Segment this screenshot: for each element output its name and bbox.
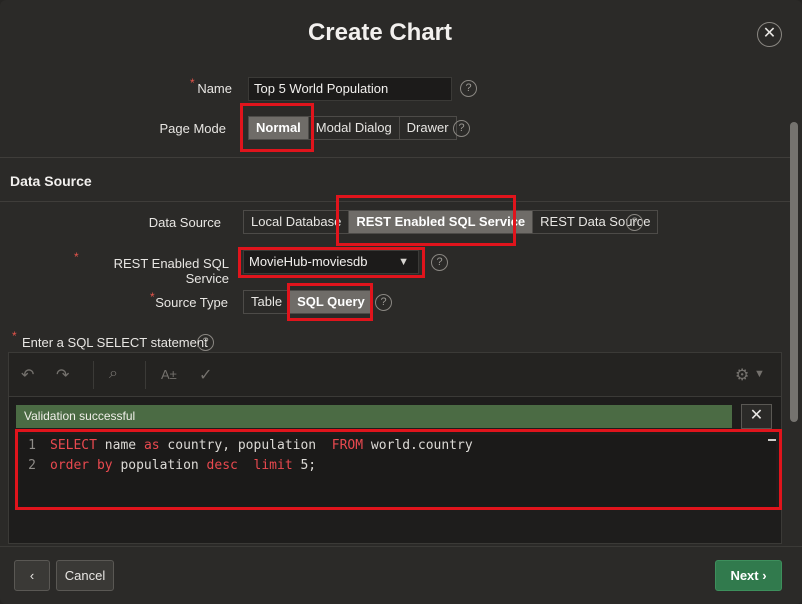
dialog-scrollbar[interactable] <box>790 122 798 422</box>
data-source-local-database[interactable]: Local Database <box>244 211 348 233</box>
chevron-left-icon: ‹ <box>29 568 35 583</box>
back-button[interactable]: ‹ <box>14 560 50 591</box>
dialog-footer: ‹ Cancel Next › <box>0 546 802 604</box>
validate-icon[interactable]: ✓ <box>199 365 212 385</box>
search-icon[interactable]: ⌕ <box>109 365 118 383</box>
undo-icon[interactable]: ↶ <box>21 365 34 385</box>
sql-statement-label: Enter a SQL SELECT statement <box>22 335 208 350</box>
gear-icon[interactable]: ⚙ <box>735 365 749 385</box>
help-icon[interactable]: ? <box>197 334 214 351</box>
close-icon: ✕ <box>762 25 777 42</box>
validation-message: Validation successful <box>16 405 732 428</box>
next-button[interactable]: Next › <box>715 560 782 591</box>
section-divider <box>0 157 790 158</box>
close-dialog-button[interactable]: ✕ <box>757 22 782 47</box>
required-marker: * <box>74 250 79 264</box>
close-icon: ✕ <box>749 407 764 424</box>
rest-service-label: REST Enabled SQL Service <box>113 256 229 286</box>
page-mode-modal-dialog[interactable]: Modal Dialog <box>307 117 399 139</box>
page-mode-label: Page Mode <box>159 121 227 136</box>
toolbar-divider <box>93 361 94 389</box>
help-icon[interactable]: ? <box>460 80 477 97</box>
name-label: Name <box>197 81 232 96</box>
dialog-title: Create Chart <box>307 19 453 46</box>
create-chart-dialog: Create Chart ✕ * Name Top 5 World Popula… <box>0 0 802 604</box>
highlight-box <box>15 429 782 510</box>
page-mode-drawer[interactable]: Drawer <box>398 117 456 139</box>
help-icon[interactable]: ? <box>453 120 470 137</box>
highlight-box <box>238 247 425 278</box>
toolbar-divider <box>145 361 146 389</box>
source-type-label: Source Type <box>155 295 228 310</box>
redo-icon[interactable]: ↷ <box>56 365 69 385</box>
chevron-down-icon[interactable]: ▼ <box>754 368 765 380</box>
help-icon[interactable]: ? <box>626 214 643 231</box>
highlight-box <box>287 283 373 321</box>
dismiss-validation-button[interactable]: ✕ <box>741 404 772 429</box>
required-marker: * <box>12 329 17 343</box>
name-input[interactable]: Top 5 World Population <box>248 77 452 101</box>
cancel-button[interactable]: Cancel <box>56 560 114 591</box>
autocomplete-icon[interactable]: A± <box>161 367 177 382</box>
highlight-box <box>336 195 516 246</box>
data-source-section-title: Data Source <box>10 173 92 189</box>
editor-toolbar: ↶ ↷ ⌕ A± ✓ ⚙ ▼ <box>9 353 781 397</box>
source-type-table[interactable]: Table <box>244 291 289 313</box>
help-icon[interactable]: ? <box>375 294 392 311</box>
highlight-box <box>240 103 314 152</box>
help-icon[interactable]: ? <box>431 254 448 271</box>
data-source-label: Data Source <box>148 215 221 230</box>
